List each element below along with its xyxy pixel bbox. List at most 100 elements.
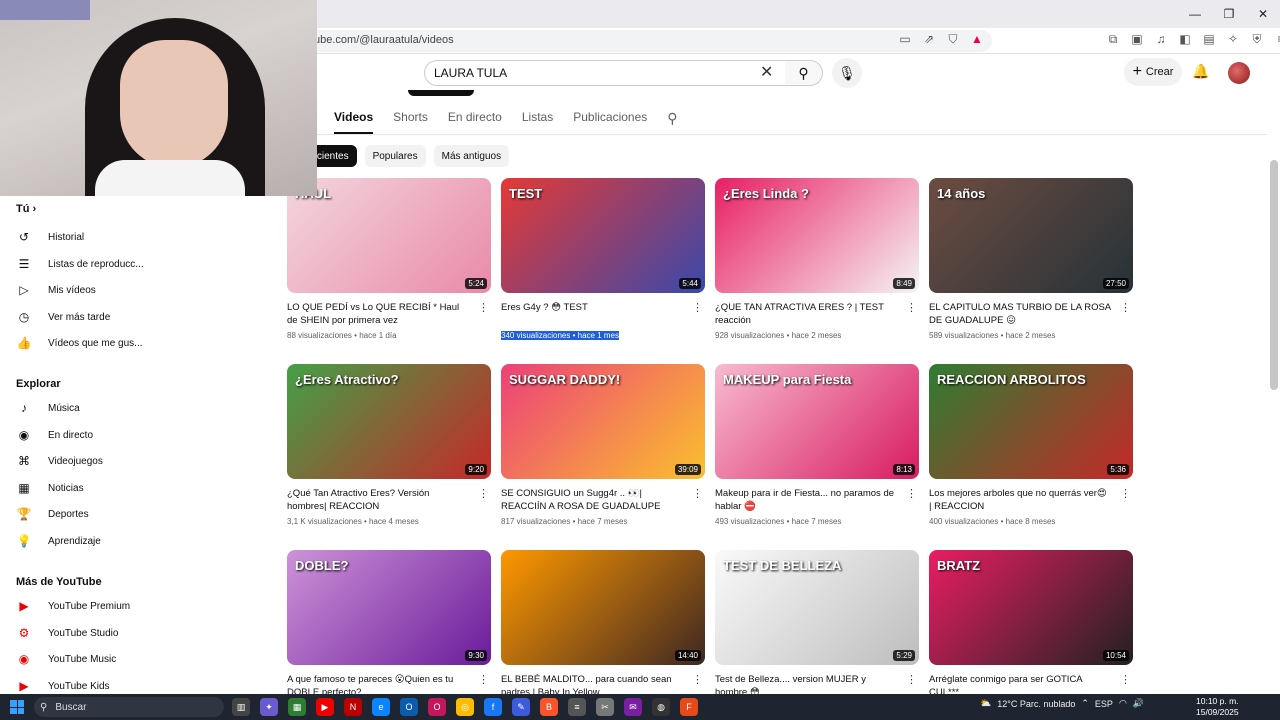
facebook-icon[interactable]: f: [484, 698, 502, 716]
restore-button[interactable]: ❐: [1212, 0, 1246, 28]
share-icon[interactable]: ⇗: [922, 32, 936, 47]
sidebar-item-history[interactable]: ↺ Historial: [16, 230, 84, 244]
sidebar-you-heading[interactable]: Tú ›: [16, 203, 36, 215]
opera-icon[interactable]: O: [428, 698, 446, 716]
video-title[interactable]: EL CAPITULO MAS TURBIO DE LA ROSA DE GUA…: [929, 301, 1111, 327]
video-card[interactable]: TEST 5:44 Eres G4y ? 😳 TEST 340 visualizaci…: [501, 178, 705, 340]
wallet-icon[interactable]: ▤: [1202, 32, 1216, 47]
tray-overflow-icon[interactable]: ⌃: [1081, 698, 1089, 709]
edge-icon[interactable]: e: [372, 698, 390, 716]
search-button[interactable]: ⚲: [785, 60, 823, 86]
video-title[interactable]: Eres G4y ? 😳 TEST: [501, 301, 683, 327]
more-options-icon[interactable]: ⋮: [478, 301, 489, 314]
video-thumbnail[interactable]: 14 años 27:50: [929, 178, 1133, 293]
more-options-icon[interactable]: ⋮: [478, 673, 489, 686]
video-card[interactable]: REACCION ARBOLITOS 5:36 Los mejores arbole…: [929, 364, 1133, 526]
brave-shield-icon[interactable]: ⛉: [946, 32, 960, 47]
video-card[interactable]: DOBLE? 9:30 A que famoso te pareces 😮Quien…: [287, 550, 491, 703]
cast-icon[interactable]: ▭: [898, 32, 912, 47]
more-options-icon[interactable]: ⋮: [906, 487, 917, 500]
video-thumbnail[interactable]: TEST 5:44: [501, 178, 705, 293]
obs-icon[interactable]: ◍: [652, 698, 670, 716]
more-options-icon[interactable]: ⋮: [1120, 301, 1131, 314]
video-card[interactable]: 14:40 EL BEBÉ MALDITO... para cuando sean…: [501, 550, 705, 703]
more-options-icon[interactable]: ⋮: [1120, 487, 1131, 500]
video-thumbnail[interactable]: 14:40: [501, 550, 705, 665]
video-card[interactable]: 14 años 27:50 EL CAPITULO MAS TURBIO DE LA…: [929, 178, 1133, 340]
video-thumbnail[interactable]: ¿Eres Linda ? 8:49: [715, 178, 919, 293]
notifications-bell-icon[interactable]: 🔔: [1192, 63, 1209, 80]
weather-text[interactable]: 12°C Parc. nublado: [997, 699, 1075, 709]
video-thumbnail[interactable]: BRATZ 10:54: [929, 550, 1133, 665]
more-options-icon[interactable]: ⋮: [478, 487, 489, 500]
task-view-icon[interactable]: ▥: [232, 698, 250, 716]
store-icon[interactable]: ▦: [288, 698, 306, 716]
vpn-icon[interactable]: ⛨: [1250, 32, 1264, 47]
video-title[interactable]: Los mejores arboles que no querrás ver😍 …: [929, 487, 1111, 513]
sidebar-item-live[interactable]: ◉ En directo: [16, 428, 93, 442]
video-title[interactable]: Makeup para ir de Fiesta... no paramos d…: [715, 487, 897, 513]
video-thumbnail[interactable]: REACCION ARBOLITOS 5:36: [929, 364, 1133, 479]
filmora-icon[interactable]: F: [680, 698, 698, 716]
sidebar-item-news[interactable]: ▦ Noticias: [16, 481, 83, 495]
language-indicator[interactable]: ESP: [1095, 699, 1113, 709]
sidebar-icon[interactable]: ◧: [1178, 32, 1192, 47]
more-options-icon[interactable]: ⋮: [692, 673, 703, 686]
sidebar-item-playlists[interactable]: ☰ Listas de reproducc...: [16, 257, 144, 271]
volume-icon[interactable]: 🔊: [1133, 698, 1144, 709]
create-button[interactable]: + Crear: [1124, 58, 1182, 86]
video-card[interactable]: TEST DE BELLEZA 5:29 Test de Belleza.... v…: [715, 550, 919, 703]
more-options-icon[interactable]: ⋮: [906, 301, 917, 314]
channel-search-icon[interactable]: ⚲: [667, 110, 677, 134]
music-icon[interactable]: ♫: [1154, 32, 1168, 47]
wifi-icon[interactable]: ◠: [1119, 698, 1127, 709]
video-card[interactable]: SUGGAR DADDY! 39:09 SE CONSIGUIO un Sugg4r…: [501, 364, 705, 526]
video-card[interactable]: ¿Eres Linda ? 8:49 ¿QUE TAN ATRACTIVA ERES…: [715, 178, 919, 340]
windows-start-icon[interactable]: [10, 700, 24, 714]
video-card[interactable]: MAKEUP para Fiesta 8:13 Makeup para ir de …: [715, 364, 919, 526]
tab-shorts[interactable]: Shorts: [393, 110, 428, 134]
menu-icon[interactable]: ≡: [1274, 32, 1280, 47]
video-thumbnail[interactable]: DOBLE? 9:30: [287, 550, 491, 665]
video-thumbnail[interactable]: MAKEUP para Fiesta 8:13: [715, 364, 919, 479]
video-card[interactable]: ¿Eres Atractivo? 9:20 ¿Qué Tan Atractivo E…: [287, 364, 491, 526]
video-title[interactable]: SE CONSIGUIO un Sugg4r .. 👀| REACCIÍN A …: [501, 487, 683, 513]
video-thumbnail[interactable]: TEST DE BELLEZA 5:29: [715, 550, 919, 665]
minimize-button[interactable]: —: [1178, 0, 1212, 28]
sidebar-item-kids[interactable]: ▶ YouTube Kids: [16, 679, 109, 693]
page-scrollbar[interactable]: [1270, 160, 1278, 390]
sidebar-item-studio[interactable]: ⚙ YouTube Studio: [16, 626, 119, 640]
messenger-icon[interactable]: ✉: [624, 698, 642, 716]
youtube-app-icon[interactable]: ▶: [316, 698, 334, 716]
more-options-icon[interactable]: ⋮: [1120, 673, 1131, 686]
sidebar-item-music-app[interactable]: ◉ YouTube Music: [16, 652, 116, 666]
video-title[interactable]: ¿Qué Tan Atractivo Eres? Versión hombres…: [287, 487, 469, 513]
netflix-icon[interactable]: N: [344, 698, 362, 716]
voice-search-button[interactable]: 🎙: [832, 58, 862, 88]
more-options-icon[interactable]: ⋮: [692, 301, 703, 314]
feather-icon[interactable]: ✎: [512, 698, 530, 716]
outlook-icon[interactable]: O: [400, 698, 418, 716]
sidebar-item-learning[interactable]: 💡 Aprendizaje: [16, 534, 101, 548]
leo-ai-icon[interactable]: ✧: [1226, 32, 1240, 47]
chrome-icon[interactable]: ◎: [456, 698, 474, 716]
sidebar-item-gaming[interactable]: ⌘ Videojuegos: [16, 454, 103, 468]
taskbar-clock[interactable]: 10:10 p. m. 15/09/2025: [1196, 696, 1239, 718]
brave-icon[interactable]: B: [540, 698, 558, 716]
tab-videos[interactable]: Videos: [334, 110, 374, 134]
reader-icon[interactable]: ▣: [1130, 32, 1144, 47]
sidebar-item-watch-later[interactable]: ◷ Ver más tarde: [16, 310, 111, 324]
more-options-icon[interactable]: ⋮: [692, 487, 703, 500]
video-title[interactable]: LO QUE PEDÍ vs Lo QUE RECIBÍ * Haul de S…: [287, 301, 469, 327]
sidebar-item-liked[interactable]: 👍 Vídeos que me gus...: [16, 336, 143, 350]
subscribed-button-edge[interactable]: [408, 90, 474, 96]
account-avatar[interactable]: [1228, 62, 1250, 84]
extensions-icon[interactable]: ⧉: [1106, 32, 1120, 47]
video-title[interactable]: ¿QUE TAN ATRACTIVA ERES ? | TEST reacció…: [715, 301, 897, 327]
terminal-icon[interactable]: ≡: [568, 698, 586, 716]
video-card[interactable]: BRATZ 10:54 Arréglate conmigo para ser GOT…: [929, 550, 1133, 703]
video-thumbnail[interactable]: SUGGAR DADDY! 39:09: [501, 364, 705, 479]
sidebar-item-sports[interactable]: 🏆 Deportes: [16, 507, 89, 521]
taskbar-search[interactable]: ⚲ Buscar: [34, 697, 224, 717]
tab-playlists[interactable]: Listas: [522, 110, 553, 134]
